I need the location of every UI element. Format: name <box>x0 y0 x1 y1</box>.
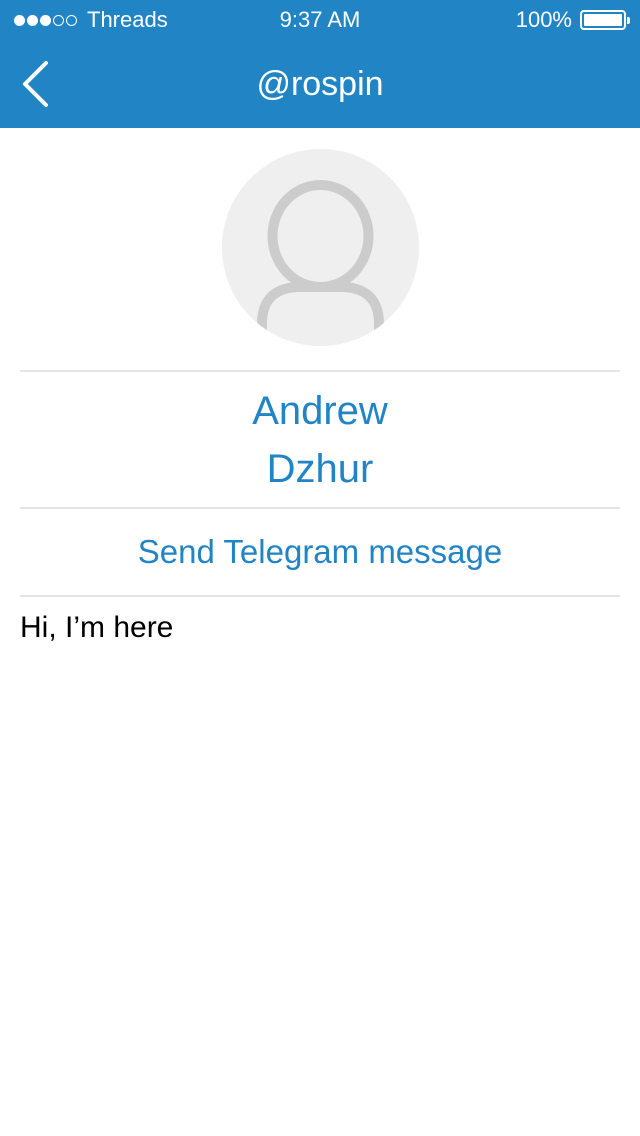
nav-bar: @rospin <box>0 40 640 128</box>
bio-text: Hi, I’m here <box>20 611 174 644</box>
battery-icon <box>580 10 630 30</box>
contact-name: Andrew Dzhur <box>0 382 640 498</box>
send-telegram-message-button[interactable]: Send Telegram message <box>0 508 640 596</box>
header: Threads 9:37 AM 100% @rospin <box>0 0 640 128</box>
battery-fill <box>584 14 622 26</box>
battery-tip <box>627 17 630 24</box>
avatar[interactable] <box>222 149 419 346</box>
battery-percent: 100% <box>515 7 572 32</box>
status-right: 100% <box>515 0 630 40</box>
person-placeholder-icon <box>257 180 384 346</box>
page-title: @rospin <box>256 65 384 103</box>
divider-top <box>20 370 620 372</box>
divider-bottom <box>20 595 620 597</box>
status-bar: Threads 9:37 AM 100% <box>0 0 640 40</box>
first-name: Andrew <box>252 389 388 433</box>
last-name: Dzhur <box>266 447 374 491</box>
back-button[interactable] <box>10 56 60 112</box>
chevron-left-icon <box>23 61 48 107</box>
